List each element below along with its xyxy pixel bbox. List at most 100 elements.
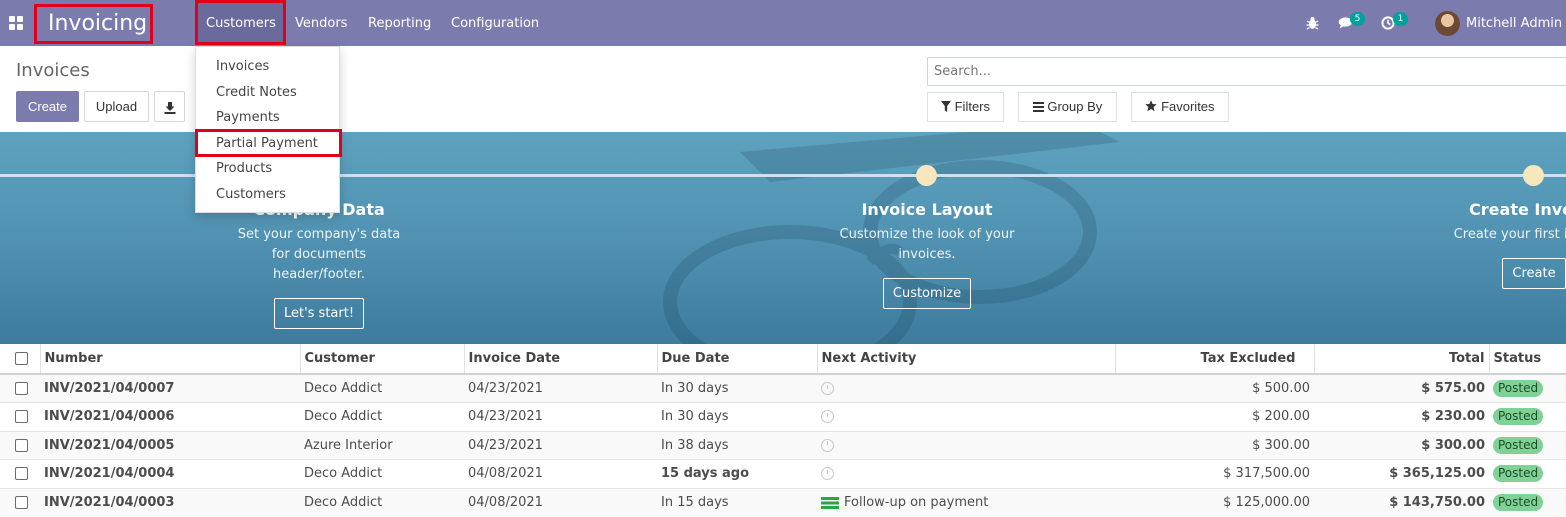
filters-button[interactable]: Filters: [927, 92, 1004, 122]
row-checkbox[interactable]: [15, 382, 28, 395]
dropdown-item-products[interactable]: Products: [216, 158, 272, 180]
app-brand[interactable]: Invoicing: [34, 4, 153, 44]
customer-name: Deco Addict: [300, 402, 464, 431]
status-badge: Posted: [1493, 436, 1544, 454]
create-invoice-button[interactable]: Create: [1502, 258, 1566, 289]
step-title: Create Invoice: [1469, 200, 1566, 219]
tax-excluded: $ 317,500.00: [1115, 459, 1314, 488]
row-checkbox-cell: [0, 487, 40, 517]
row-checkbox-cell: [0, 402, 40, 431]
tax-excluded: $ 300.00: [1115, 430, 1314, 460]
activity-clock-icon[interactable]: [821, 467, 834, 481]
column-number[interactable]: Number: [40, 344, 301, 375]
favorites-button[interactable]: Favorites: [1131, 92, 1229, 122]
user-avatar[interactable]: [1435, 11, 1460, 36]
activity-clock-icon[interactable]: [821, 410, 834, 424]
due-date: In 30 days: [657, 402, 817, 431]
payment-followup-icon[interactable]: [821, 496, 839, 509]
next-activity: [817, 373, 1115, 403]
step-description: Customize the look of your invoices.: [839, 227, 1015, 262]
dropdown-item-payments[interactable]: Payments: [216, 107, 280, 129]
column-customer[interactable]: Customer: [300, 344, 465, 375]
debug-icon[interactable]: [1306, 16, 1319, 30]
customize-button[interactable]: Customize: [882, 278, 972, 309]
status-cell: Posted: [1489, 459, 1566, 488]
row-checkbox[interactable]: [15, 467, 28, 481]
invoice-number: INV/2021/04/0004: [40, 459, 300, 488]
column-next-activity[interactable]: Next Activity: [817, 344, 1116, 375]
invoice-date: 04/23/2021: [464, 430, 657, 460]
dropdown-item-partial-payment[interactable]: Partial Payment: [216, 133, 318, 155]
activity-clock-icon[interactable]: [821, 382, 834, 395]
status-badge: Posted: [1493, 380, 1544, 397]
dropdown-item-credit-notes[interactable]: Credit Notes: [216, 82, 297, 104]
row-checkbox[interactable]: [15, 410, 28, 424]
status-cell: Posted: [1489, 402, 1566, 431]
invoice-number: INV/2021/04/0007: [40, 373, 300, 403]
invoice-number: INV/2021/04/0003: [40, 487, 300, 517]
top-navbar: Invoicing Customers Vendors Reporting Co…: [0, 0, 1566, 46]
invoice-number: INV/2021/04/0005: [40, 430, 300, 460]
menu-reporting[interactable]: Reporting: [368, 0, 431, 46]
select-all-cell: [0, 344, 41, 375]
group-by-label: Group By: [1047, 99, 1103, 114]
list-bars-icon: [1032, 102, 1044, 112]
activities-badge: 1: [1393, 12, 1408, 26]
row-checkbox[interactable]: [15, 496, 28, 509]
total: $ 300.00: [1314, 430, 1489, 460]
messages-badge: 5: [1350, 12, 1365, 26]
step-company-data: Company Data Set your company's data for…: [159, 198, 479, 329]
table-row[interactable]: INV/2021/04/0005 Azure Interior 04/23/20…: [0, 430, 1566, 460]
row-checkbox-cell: [0, 459, 40, 488]
dropdown-item-customers[interactable]: Customers: [216, 184, 286, 206]
column-total[interactable]: Total: [1314, 344, 1490, 375]
column-invoice-date[interactable]: Invoice Date: [464, 344, 658, 375]
due-date: In 38 days: [657, 430, 817, 460]
menu-vendors[interactable]: Vendors: [295, 0, 347, 46]
invoice-table: Number Customer Invoice Date Due Date Ne…: [0, 344, 1566, 517]
activity-clock-icon[interactable]: [821, 438, 834, 452]
tax-excluded: $ 500.00: [1115, 373, 1314, 403]
invoice-date: 04/23/2021: [464, 373, 657, 403]
step-invoice-layout: Invoice Layout Customize the look of you…: [767, 198, 1087, 309]
invoice-date: 04/08/2021: [464, 459, 657, 488]
column-due-date[interactable]: Due Date: [657, 344, 818, 375]
table-row[interactable]: INV/2021/04/0003 Deco Addict 04/08/2021 …: [0, 487, 1566, 517]
dropdown-item-invoices[interactable]: Invoices: [216, 56, 269, 78]
apps-menu-icon[interactable]: [8, 15, 24, 31]
total: $ 575.00: [1314, 373, 1489, 403]
customer-name: Deco Addict: [300, 459, 464, 488]
favorites-label: Favorites: [1161, 99, 1215, 114]
progress-line-right: [927, 174, 1533, 177]
table-row[interactable]: INV/2021/04/0007 Deco Addict 04/23/2021 …: [0, 373, 1566, 403]
total: $ 143,750.00: [1314, 487, 1489, 517]
group-by-button[interactable]: Group By: [1018, 92, 1117, 122]
select-all-checkbox[interactable]: [15, 352, 28, 365]
table-header: Number Customer Invoice Date Due Date Ne…: [0, 344, 1566, 375]
column-status[interactable]: Status: [1489, 344, 1566, 375]
step-title: Invoice Layout: [861, 200, 993, 219]
due-date: In 30 days: [657, 373, 817, 403]
menu-customers[interactable]: Customers: [195, 0, 286, 45]
status-cell: Posted: [1489, 373, 1566, 403]
column-tax-excluded[interactable]: Tax Excluded: [1115, 344, 1315, 375]
table-row[interactable]: INV/2021/04/0004 Deco Addict 04/08/2021 …: [0, 459, 1566, 488]
menu-configuration[interactable]: Configuration: [451, 0, 539, 46]
activity-summary[interactable]: Follow-up on payment: [844, 495, 988, 510]
user-name[interactable]: Mitchell Admin: [1466, 0, 1562, 48]
row-checkbox[interactable]: [15, 438, 28, 452]
create-button[interactable]: Create: [16, 91, 79, 122]
tax-excluded: $ 125,000.00: [1115, 487, 1314, 517]
upload-button[interactable]: Upload: [84, 91, 149, 122]
total: $ 230.00: [1314, 402, 1489, 431]
page-title: Invoices: [16, 60, 90, 81]
customer-name: Deco Addict: [300, 487, 464, 517]
step-create-invoice: Create Invoice Create your first invoice…: [1374, 198, 1566, 289]
lets-start-button[interactable]: Let's start!: [273, 298, 365, 329]
invoice-date: 04/23/2021: [464, 402, 657, 431]
filter-icon: [940, 101, 951, 112]
download-button[interactable]: [154, 91, 185, 122]
search-input[interactable]: [927, 57, 1566, 86]
table-row[interactable]: INV/2021/04/0006 Deco Addict 04/23/2021 …: [0, 402, 1566, 431]
status-cell: Posted: [1489, 430, 1566, 460]
